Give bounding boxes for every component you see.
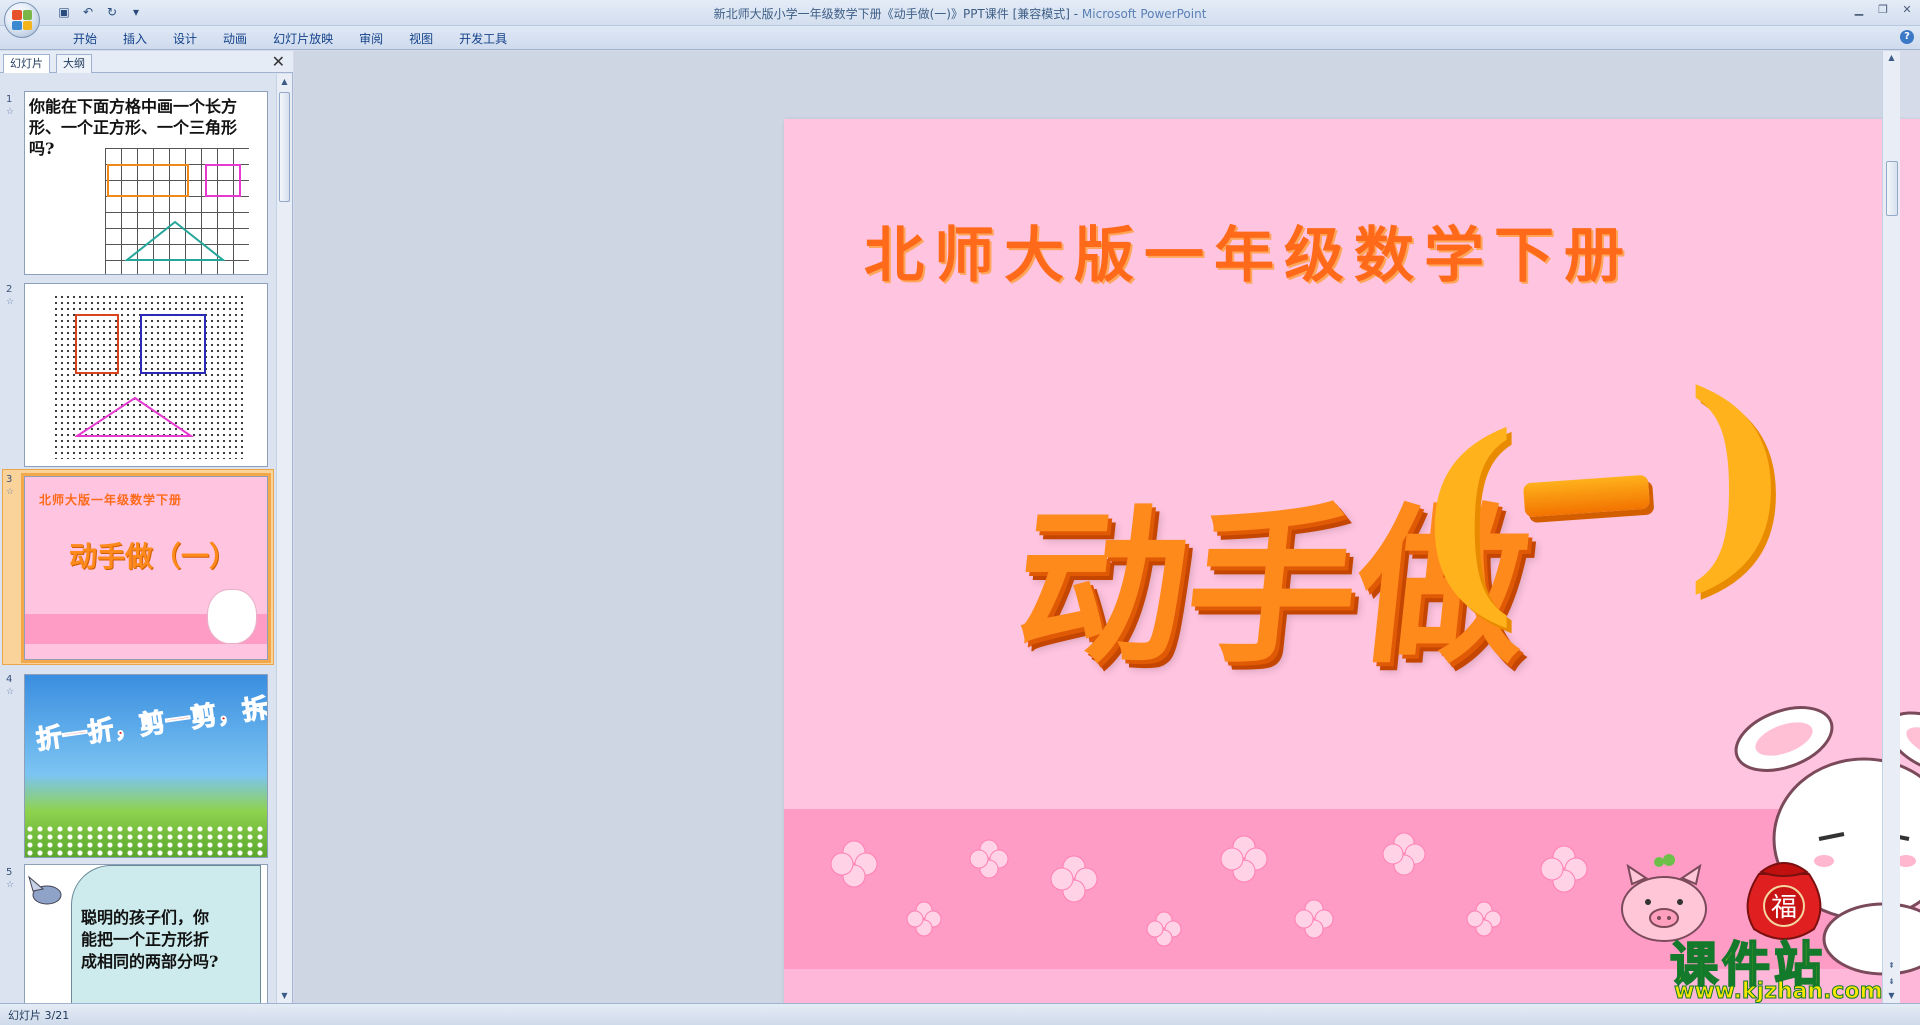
animation-star-icon: ☆ — [6, 687, 15, 697]
slide-thumbnail-1[interactable]: 你能在下面方格中画一个长方形、一个正方形、一个三角形吗? — [24, 91, 268, 275]
editor-scrollbar[interactable]: ▲ ⇞ ⇟ ▼ — [1882, 51, 1900, 1003]
slide-thumbnail-5[interactable]: 聪明的孩子们，你能把一个正方形折成相同的两部分吗? — [24, 864, 268, 1003]
square-shape — [140, 314, 206, 374]
slide-title[interactable]: 北师大版一年级数学下册 — [864, 207, 1634, 294]
slide-counter: 幻灯片 3/21 — [8, 1009, 70, 1022]
office-button[interactable] — [4, 2, 40, 38]
thumb-number: 1 — [6, 94, 13, 105]
animation-star-icon: ☆ — [6, 107, 15, 117]
triangle-shape — [75, 396, 195, 437]
status-bar: 幻灯片 3/21 — [0, 1003, 1920, 1025]
scroll-thumb[interactable] — [279, 92, 290, 202]
current-slide[interactable]: 北师大版一年级数学下册 动手做 ( ) 福 — [784, 119, 1920, 1025]
slide-thumbnail-2[interactable] — [24, 283, 268, 467]
title-bar: ▣ ↶ ↻ ▾ 新北师大版小学一年级数学下册《动手做(一)》PPT课件 [兼容模… — [0, 0, 1920, 38]
slide-thumbnail-4[interactable]: 折一折，剪一剪，拆一拆 — [24, 674, 268, 858]
scroll-up-icon[interactable]: ▲ — [277, 74, 292, 89]
thumbnail-list: 1 ☆ 你能在下面方格中画一个长方形、一个正方形、一个三角形吗? 2 ☆ 3 ☆… — [0, 74, 276, 1003]
tab-insert[interactable]: 插入 — [110, 30, 160, 48]
minimize-icon[interactable]: ▁ — [1852, 3, 1866, 16]
paren-close: ) — [1684, 344, 1793, 614]
tab-home[interactable]: 开始 — [60, 30, 110, 48]
triangle-shape — [125, 220, 225, 261]
tab-animations[interactable]: 动画 — [210, 30, 260, 48]
office-logo-icon — [12, 10, 32, 30]
slide-thumbnail-3[interactable]: 北师大版一年级数学下册 动手做（一） — [21, 473, 271, 663]
window-controls: ▁ ❐ ✕ — [1852, 3, 1914, 16]
tab-review[interactable]: 审阅 — [346, 30, 396, 48]
thumb-number: 3 — [6, 474, 13, 485]
dash-shape — [1522, 474, 1651, 518]
tab-slides[interactable]: 幻灯片 — [3, 54, 50, 73]
bunny-image — [207, 589, 257, 644]
document-title: 新北师大版小学一年级数学下册《动手做(一)》PPT课件 [兼容模式] - — [713, 7, 1082, 21]
flower-field-image — [25, 825, 267, 857]
watermark-logo: 课件站 www.kjzhan.com — [1669, 925, 1920, 1005]
bird-image — [28, 875, 62, 905]
thumb-number: 2 — [6, 284, 13, 295]
app-name: Microsoft PowerPoint — [1081, 7, 1207, 21]
panel-close-icon[interactable]: ✕ — [272, 53, 285, 71]
animation-star-icon: ☆ — [6, 487, 15, 497]
tab-outline[interactable]: 大纲 — [56, 54, 92, 73]
tab-developer[interactable]: 开发工具 — [446, 30, 520, 48]
scroll-up-icon[interactable]: ▲ — [1883, 51, 1900, 65]
thumb-number: 4 — [6, 674, 13, 685]
tab-view[interactable]: 视图 — [396, 30, 446, 48]
tab-slideshow[interactable]: 幻灯片放映 — [260, 30, 346, 48]
restore-icon[interactable]: ❐ — [1876, 3, 1890, 16]
thumb-number: 5 — [6, 867, 13, 878]
scroll-down-icon[interactable]: ▼ — [277, 988, 292, 1003]
watermark-url: www.kjzhan.com — [1674, 979, 1884, 1005]
ribbon-tabs: 开始 插入 设计 动画 幻灯片放映 审阅 视图 开发工具 — [60, 30, 520, 48]
rectangle-shape — [75, 314, 119, 374]
slide-editor: 北师大版一年级数学下册 动手做 ( ) 福 ▲ ⇞ ⇟ ▼ — [294, 51, 1920, 1025]
close-icon[interactable]: ✕ — [1900, 3, 1914, 16]
ribbon-tab-bar: 开始 插入 设计 动画 幻灯片放映 审阅 视图 开发工具 ? — [0, 26, 1920, 50]
square-shape — [205, 164, 241, 197]
paren-open: ( — [1414, 387, 1519, 646]
thumb-4-text: 折一折，剪一剪，拆一拆 — [34, 686, 268, 757]
thumb-3-main: 动手做（一） — [69, 540, 238, 573]
scroll-thumb[interactable] — [1886, 161, 1898, 216]
tab-design[interactable]: 设计 — [160, 30, 210, 48]
animation-star-icon: ☆ — [6, 880, 15, 890]
slides-panel: 幻灯片 大纲 ✕ 1 ☆ 你能在下面方格中画一个长方形、一个正方形、一个三角形吗… — [0, 51, 293, 1003]
help-icon[interactable]: ? — [1900, 30, 1914, 44]
panel-tabs: 幻灯片 大纲 ✕ — [0, 51, 293, 73]
panel-scrollbar[interactable]: ▲ ▼ — [276, 74, 292, 1003]
rectangle-shape — [107, 164, 189, 197]
thumb-5-text: 聪明的孩子们，你能把一个正方形折成相同的两部分吗? — [81, 908, 219, 971]
thumb-3-title: 北师大版一年级数学下册 — [39, 493, 183, 507]
window-title: 新北师大版小学一年级数学下册《动手做(一)》PPT课件 [兼容模式] - Mic… — [0, 5, 1920, 22]
animation-star-icon: ☆ — [6, 297, 15, 307]
bag-character: 福 — [1771, 893, 1797, 923]
powerpoint-window: ▣ ↶ ↻ ▾ 新北师大版小学一年级数学下册《动手做(一)》PPT课件 [兼容模… — [0, 0, 1920, 1025]
